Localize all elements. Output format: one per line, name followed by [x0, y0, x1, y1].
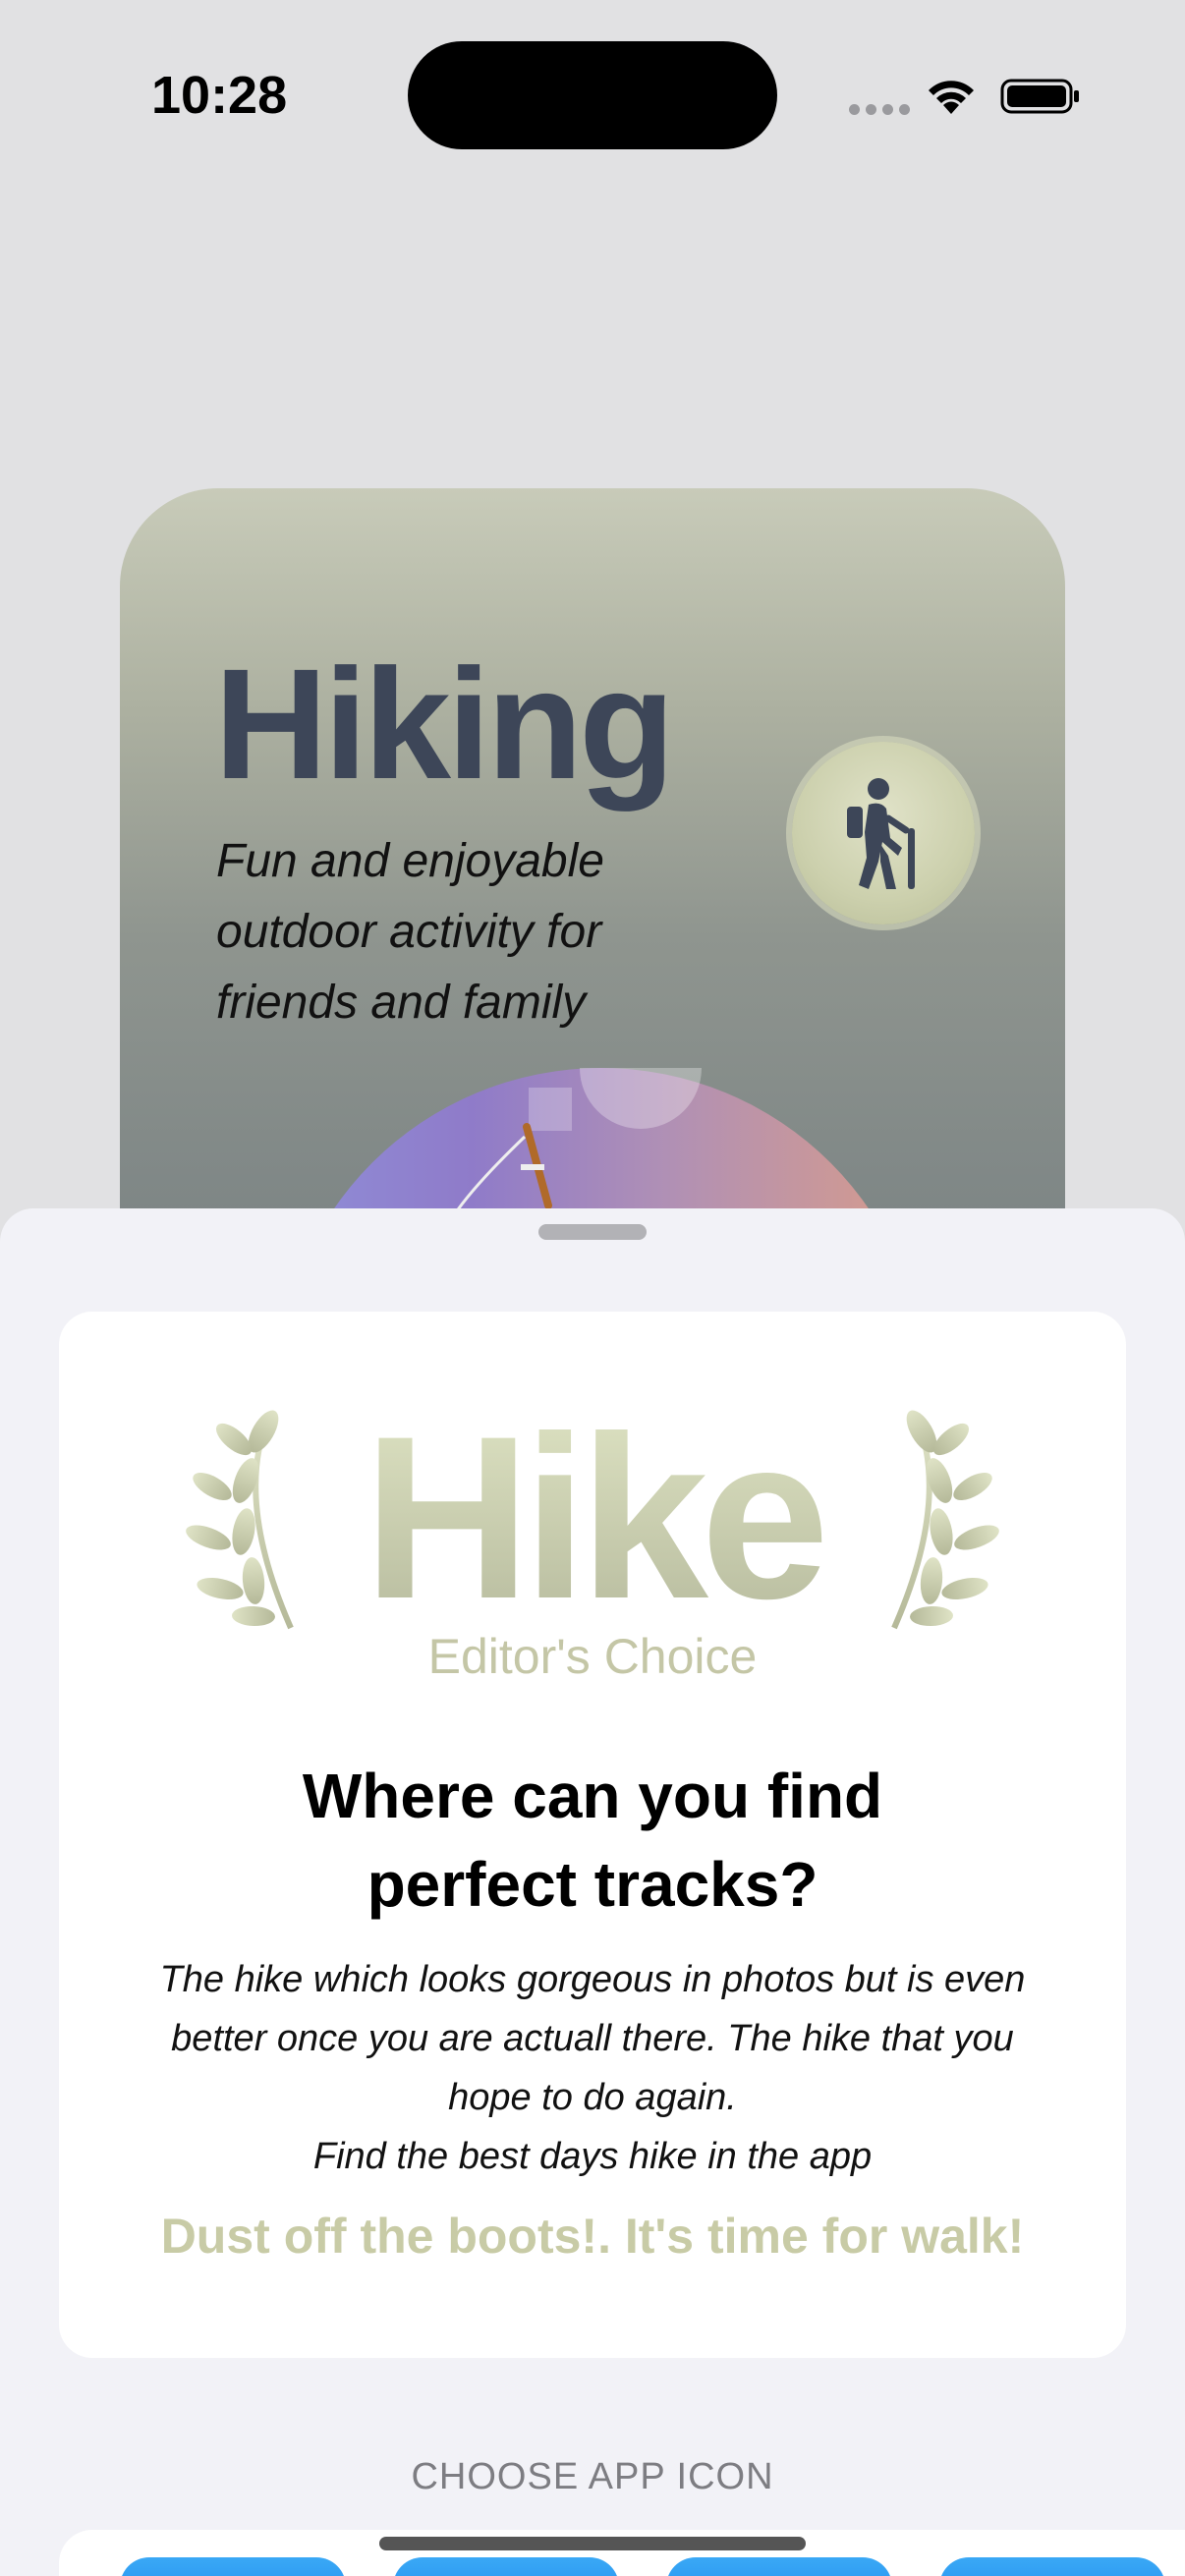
section-header-app-icon: CHOOSE APP ICON: [411, 2456, 774, 2497]
battery-icon: [1000, 79, 1079, 114]
app-icon-option[interactable]: [120, 2557, 346, 2576]
question-heading: Where can you find perfect tracks?: [302, 1761, 883, 1920]
cta-text: Dust off the boots!. It's time for walk!: [160, 2209, 1025, 2264]
app-icon-option[interactable]: [939, 2557, 1165, 2576]
home-indicator: [379, 2537, 806, 2550]
hiker-badge: [792, 742, 975, 924]
description-line: Find the best days hike in the app: [312, 2136, 873, 2177]
award-title: Hike: [59, 1402, 1126, 1634]
hero-title: Hiking: [214, 636, 675, 812]
info-card: Hike Editor's Choice Where can you find …: [59, 1312, 1126, 2358]
description-line: hope to do again.: [448, 2077, 737, 2118]
bottom-sheet[interactable]: Hike Editor's Choice Where can you find …: [0, 1208, 1185, 2576]
app-icon-option[interactable]: [666, 2557, 892, 2576]
hero-subtitle: Fun and enjoyable outdoor activity for f…: [216, 835, 604, 1029]
description-line: better once you are actuall there. The h…: [171, 2018, 1014, 2059]
sheet-grabber[interactable]: [538, 1224, 647, 1240]
hero-card: Hiking Fun and enjoyable outdoor activit…: [120, 488, 1065, 1235]
cellular-signal-icon: [849, 104, 910, 115]
hiker-icon: [847, 778, 915, 889]
description: The hike which looks gorgeous in photos …: [108, 1950, 1077, 2186]
award-caption: Editor's Choice: [427, 1629, 758, 1684]
status-time: 10:28: [151, 66, 288, 125]
wifi-icon: [929, 81, 974, 114]
dynamic-island: [408, 41, 777, 149]
description-line: The hike which looks gorgeous in photos …: [159, 1959, 1026, 2000]
app-icon-option[interactable]: [393, 2557, 619, 2576]
